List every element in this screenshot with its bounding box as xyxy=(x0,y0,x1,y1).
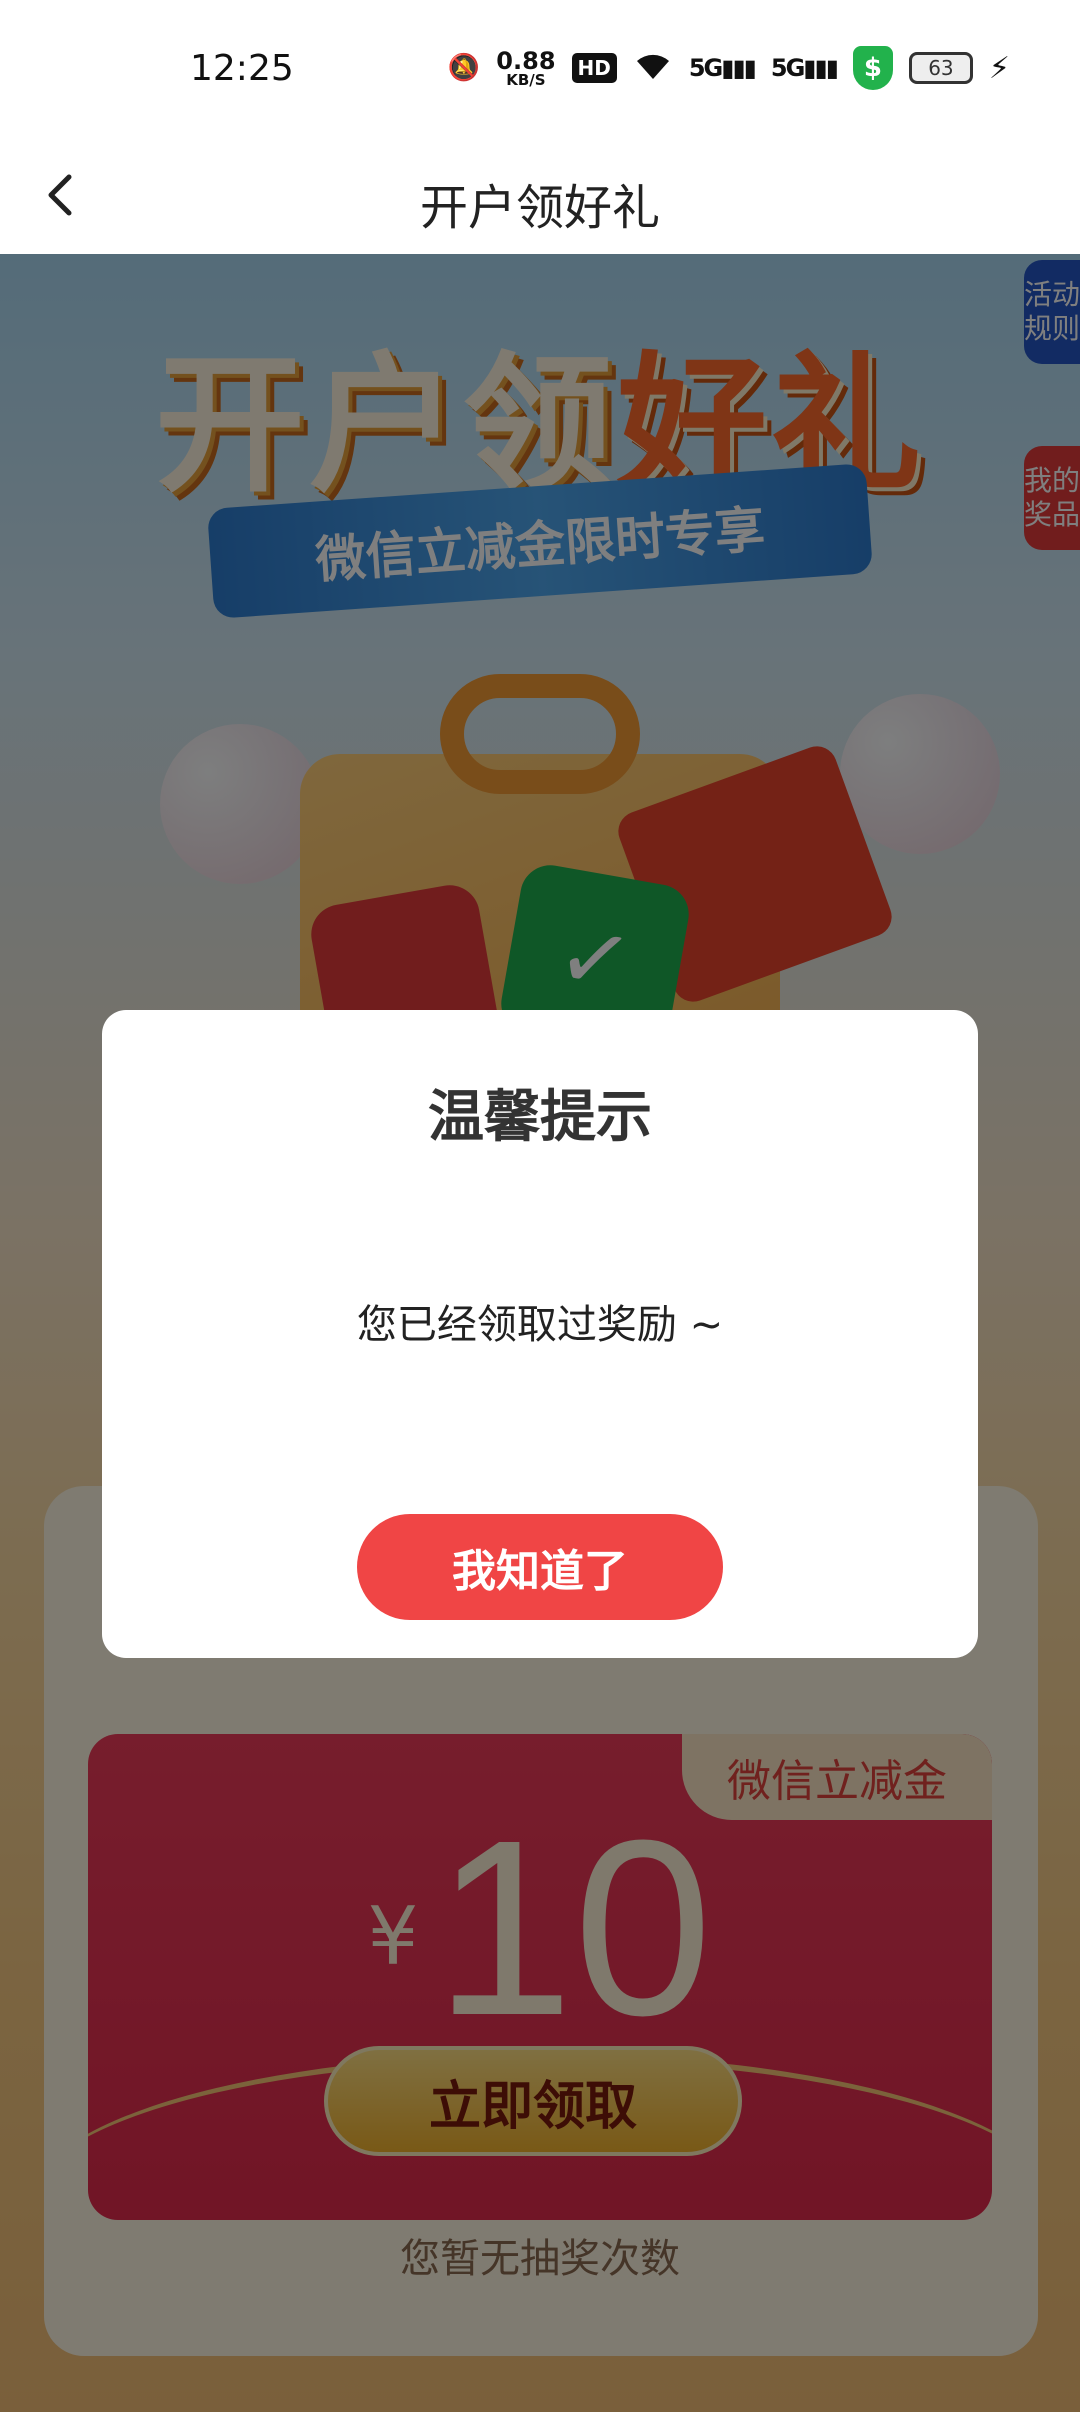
wifi-icon xyxy=(633,49,673,88)
notice-dialog: 温馨提示 您已经领取过奖励 ~ 我知道了 xyxy=(102,1010,978,1658)
dialog-message: 您已经领取过奖励 ~ xyxy=(356,1302,724,1348)
hd-icon: HD xyxy=(571,53,617,83)
navigation-header: 开户领好礼 xyxy=(0,140,1080,254)
battery-icon: 63 xyxy=(908,52,973,84)
got-it-button[interactable]: 我知道了 xyxy=(357,1514,723,1620)
status-time: 12:25 xyxy=(190,48,294,89)
network-speed-unit: KB/S xyxy=(506,70,546,89)
charging-icon: ⚡ xyxy=(988,50,1010,86)
status-bar: 12:25 🔕 0.88 KB/S HD 5G▮▮▮ 5G▮▮▮ $ 63 ⚡ xyxy=(0,0,1080,140)
security-shield-icon: $ xyxy=(852,46,893,90)
page-title: 开户领好礼 xyxy=(419,180,660,236)
network-speed: 0.88 KB/S xyxy=(496,49,555,88)
signal-icon-1: 5G▮▮▮ xyxy=(688,54,757,82)
signal-icon-2: 5G▮▮▮ xyxy=(770,54,839,82)
status-icons: 🔕 0.88 KB/S HD 5G▮▮▮ 5G▮▮▮ $ 63 ⚡ xyxy=(448,46,1010,90)
dialog-title: 温馨提示 xyxy=(428,1085,652,1150)
network-speed-value: 0.88 xyxy=(496,46,556,75)
mute-icon: 🔕 xyxy=(447,53,481,83)
